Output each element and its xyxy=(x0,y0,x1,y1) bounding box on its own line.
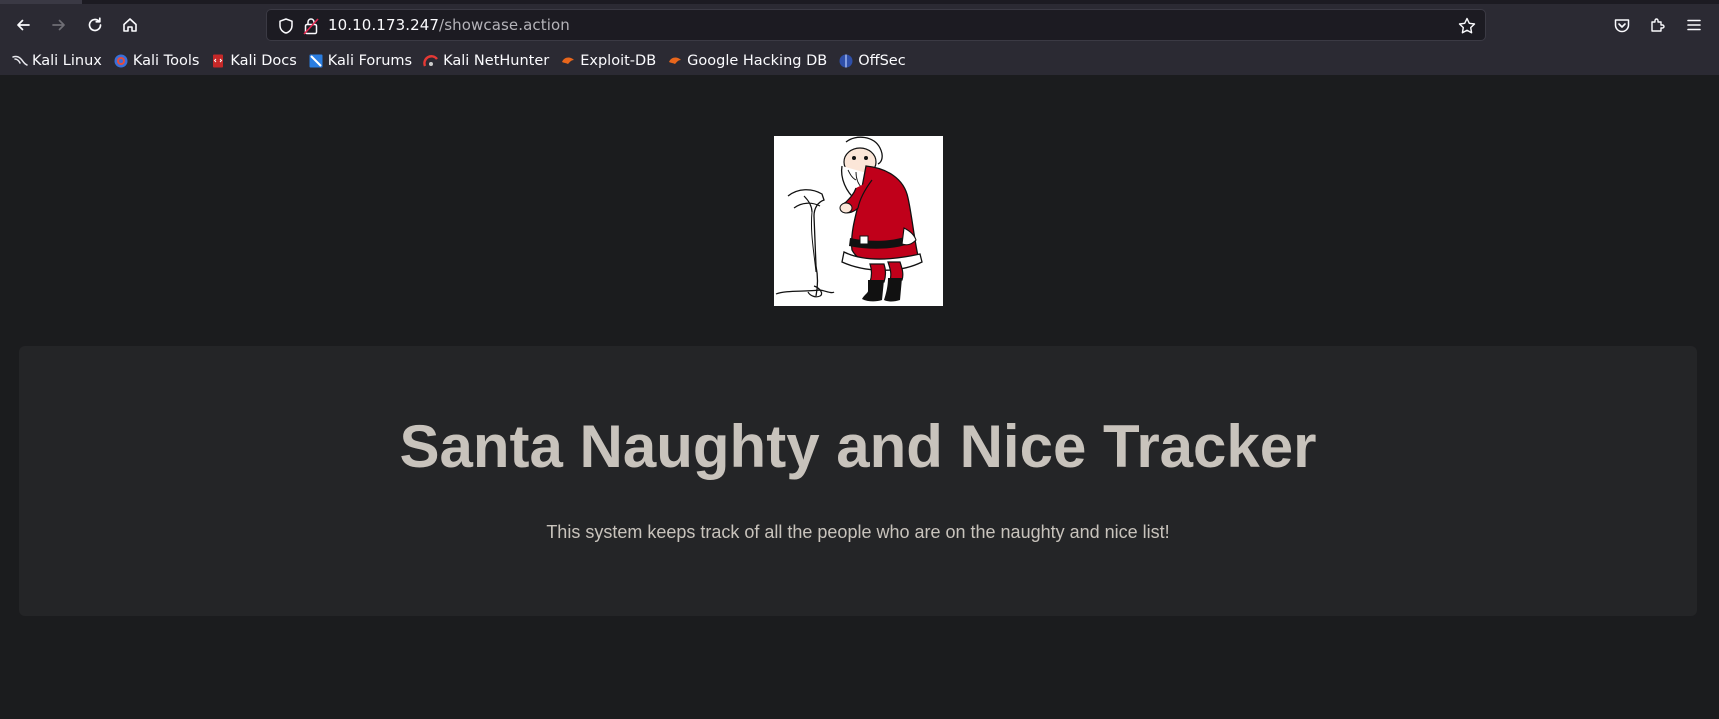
forward-button[interactable] xyxy=(44,10,74,40)
bookmark-star-icon[interactable] xyxy=(1457,16,1477,36)
bookmark-offsec[interactable]: OffSec xyxy=(836,49,912,73)
bookmark-label: Kali Forums xyxy=(327,52,413,69)
nethunter-icon xyxy=(423,53,439,69)
santa-image xyxy=(774,136,943,306)
tab-strip xyxy=(0,0,1719,4)
url-text[interactable]: 10.10.173.247/showcase.action xyxy=(328,16,570,34)
kali-tools-icon xyxy=(113,53,129,69)
home-button[interactable] xyxy=(115,10,145,40)
bookmark-kali-linux[interactable]: Kali Linux xyxy=(10,49,108,73)
page-tagline: This system keeps track of all the peopl… xyxy=(546,522,1170,542)
exploit-db-icon xyxy=(560,53,576,69)
page-heading: Santa Naughty and Nice Tracker xyxy=(399,413,1317,480)
browser-chrome: 10.10.173.247/showcase.action Kali Linux… xyxy=(0,0,1719,75)
kali-forums-icon xyxy=(308,53,324,69)
back-button[interactable] xyxy=(8,10,38,40)
tracking-protection-shield-icon[interactable] xyxy=(277,17,295,35)
bookmark-kali-tools[interactable]: Kali Tools xyxy=(111,49,206,73)
bookmark-kali-docs[interactable]: Kali Docs xyxy=(208,49,302,73)
pocket-button[interactable] xyxy=(1607,10,1637,40)
forward-arrow-icon xyxy=(52,19,65,31)
address-bar[interactable]: 10.10.173.247/showcase.action xyxy=(266,9,1486,41)
bookmark-kali-forums[interactable]: Kali Forums xyxy=(306,49,418,73)
bookmark-label: Google Hacking DB xyxy=(687,52,828,69)
bookmark-label: Kali Docs xyxy=(230,52,297,69)
insecure-lock-icon[interactable] xyxy=(302,16,320,36)
url-host: 10.10.173.247 xyxy=(328,16,440,34)
back-arrow-icon xyxy=(17,19,30,31)
navigation-toolbar: 10.10.173.247/showcase.action xyxy=(0,6,1719,44)
pocket-icon xyxy=(1614,19,1630,33)
bookmark-label: Kali Linux xyxy=(32,52,102,69)
offsec-icon xyxy=(838,53,854,69)
kali-docs-icon xyxy=(210,53,226,69)
hamburger-menu-icon xyxy=(1687,19,1701,31)
bookmark-label: Exploit-DB xyxy=(580,52,657,69)
santa-illustration xyxy=(774,136,943,306)
bookmarks-toolbar: Kali Linux Kali Tools Kali Docs Kali For… xyxy=(0,46,1719,75)
ghdb-icon xyxy=(667,53,683,69)
page-content: Santa Naughty and Nice Tracker This syst… xyxy=(0,75,1719,719)
bookmark-label: OffSec xyxy=(858,52,906,69)
kali-dragon-icon xyxy=(12,53,28,69)
bookmark-label: Kali NetHunter xyxy=(443,52,550,69)
hero-panel: Santa Naughty and Nice Tracker This syst… xyxy=(19,346,1697,616)
url-path: /showcase.action xyxy=(439,16,570,34)
extensions-button[interactable] xyxy=(1643,10,1673,40)
reload-icon xyxy=(88,17,102,32)
bookmark-google-hacking-db[interactable]: Google Hacking DB xyxy=(665,49,833,73)
puzzle-piece-icon xyxy=(1651,18,1665,32)
app-menu-button[interactable] xyxy=(1679,10,1709,40)
bookmark-label: Kali Tools xyxy=(132,52,200,69)
reload-button[interactable] xyxy=(80,10,110,40)
tab-hint[interactable] xyxy=(0,0,82,4)
bookmark-kali-nethunter[interactable]: Kali NetHunter xyxy=(421,49,555,73)
home-icon xyxy=(123,18,137,32)
bookmark-exploit-db[interactable]: Exploit-DB xyxy=(558,49,662,73)
